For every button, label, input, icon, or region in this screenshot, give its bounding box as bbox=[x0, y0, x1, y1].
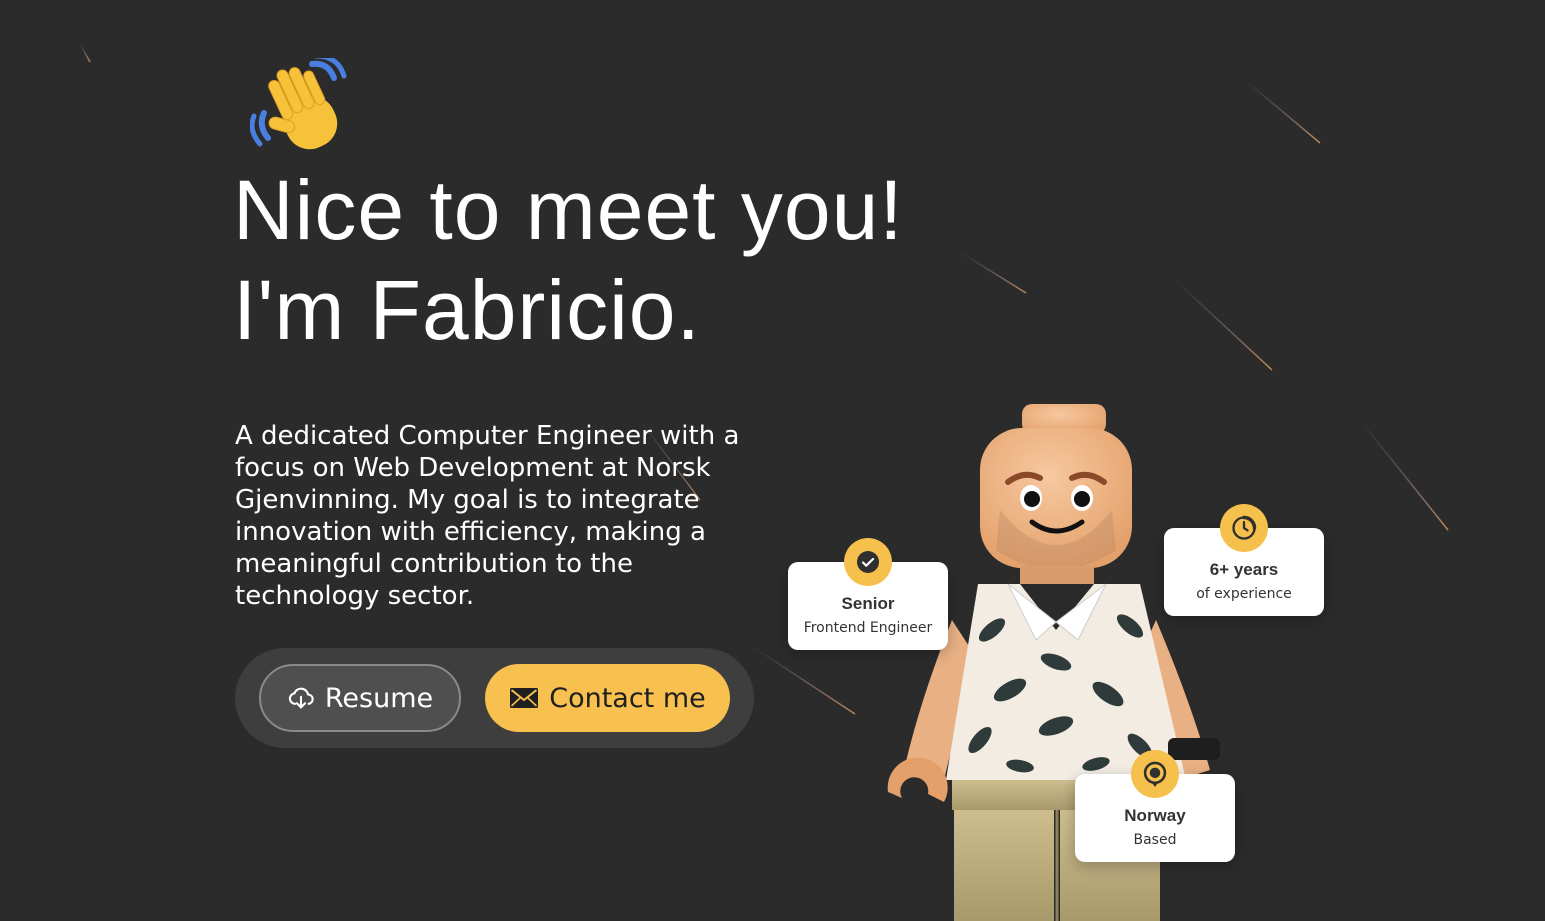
resume-button[interactable]: Resume bbox=[259, 664, 461, 732]
resume-button-label: Resume bbox=[324, 682, 434, 714]
contact-button[interactable]: Contact me bbox=[485, 664, 730, 732]
waving-hand-icon bbox=[250, 58, 347, 150]
greeting-line-2: I'm Fabricio. bbox=[233, 263, 701, 357]
location-card: Norway Based bbox=[1075, 750, 1235, 862]
check-icon bbox=[857, 551, 879, 573]
senior-title: Senior bbox=[841, 594, 895, 613]
envelope-icon bbox=[510, 688, 539, 708]
location-title: Norway bbox=[1124, 806, 1186, 825]
cloud-download-icon bbox=[288, 687, 314, 709]
background-streaks bbox=[79, 43, 1449, 715]
bio-text: A dedicated Computer Engineer with a foc… bbox=[235, 421, 740, 611]
senior-card: Senior Frontend Engineer bbox=[788, 538, 948, 650]
contact-button-label: Contact me bbox=[549, 682, 706, 714]
cta-bar: Resume Contact me bbox=[235, 648, 754, 748]
page-title: Nice to meet you! I'm Fabricio. bbox=[233, 160, 993, 360]
experience-title: 6+ years bbox=[1209, 560, 1279, 579]
location-pin-icon bbox=[1143, 761, 1167, 787]
experience-card: 6+ years of experience bbox=[1164, 504, 1324, 616]
location-subtitle: Based bbox=[1133, 832, 1177, 848]
clock-badge bbox=[1220, 504, 1268, 552]
experience-subtitle: of experience bbox=[1196, 586, 1292, 602]
greeting-line-1: Nice to meet you! bbox=[233, 163, 904, 257]
location-badge bbox=[1131, 750, 1179, 798]
senior-subtitle: Frontend Engineer bbox=[803, 620, 933, 636]
clock-icon bbox=[1232, 515, 1257, 540]
check-badge bbox=[844, 538, 892, 586]
